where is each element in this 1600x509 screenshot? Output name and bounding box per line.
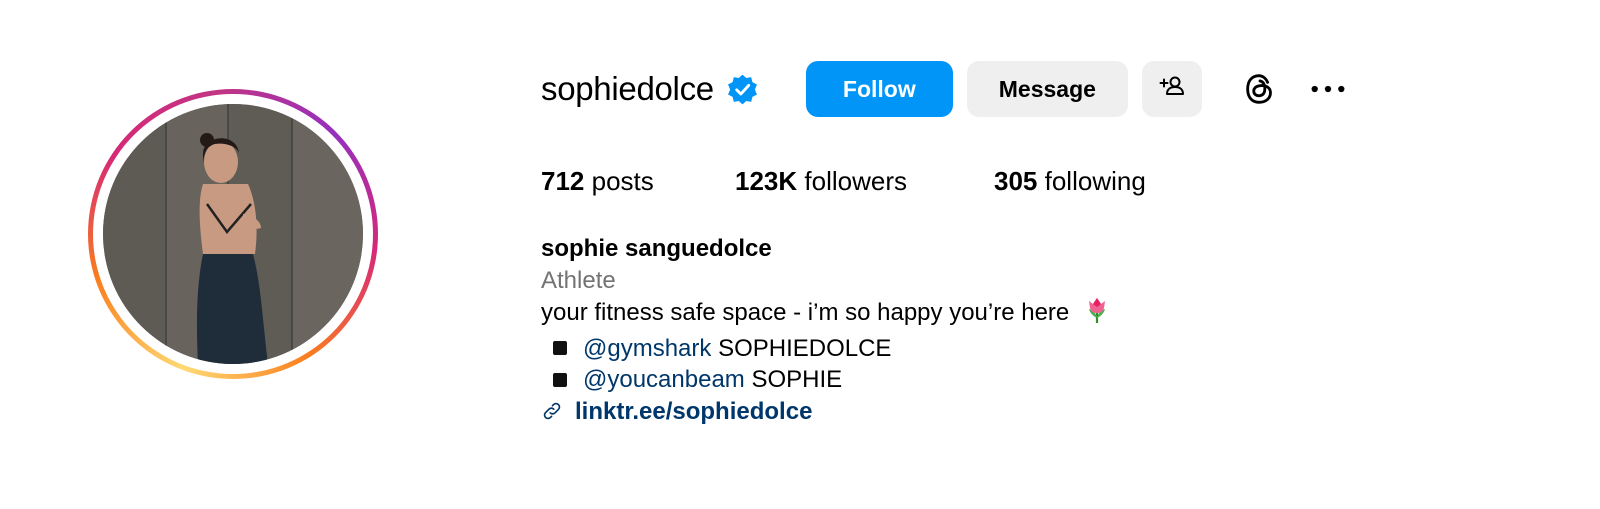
username: sophiedolce [541,70,714,107]
bio-item: @gymshark SOPHIEDOLCE [541,333,1110,365]
posts-label: posts [591,166,654,196]
followers-label: followers [804,166,907,196]
more-options-icon[interactable] [1308,69,1348,109]
avatar-image [103,104,363,364]
full-name: sophie sanguedolce [541,235,772,262]
mention-link[interactable]: @gymshark [583,333,711,365]
avatar-story-ring[interactable] [88,89,378,379]
black-square-icon [553,372,567,387]
verified-badge-icon [726,73,759,106]
following-stat[interactable]: 305 following [994,166,1146,197]
tulip-icon [1084,296,1110,333]
threads-icon[interactable] [1240,69,1280,109]
followers-stat[interactable]: 123K followers [735,166,994,197]
follow-button[interactable]: Follow [805,61,953,117]
profile-stats: 712 posts 123K followers 305 following [541,166,1146,197]
bio-text: your fitness safe space - i’m so happy y… [541,299,1070,326]
avatar[interactable] [103,104,363,364]
followers-count: 123K [735,166,798,196]
following-label: following [1044,166,1146,196]
mention-link[interactable]: @youcanbeam [583,364,745,396]
category-label: Athlete [541,266,616,294]
bio-text-line: your fitness safe space - i’m so happy y… [541,296,1110,333]
bio-link-row[interactable]: linktr.ee/sophiedolce [541,396,1110,428]
posts-stat: 712 posts [541,166,735,197]
posts-count: 712 [541,166,585,196]
link-icon [541,399,565,423]
suggest-users-button[interactable] [1141,61,1202,117]
profile-header: sophiedolce Follow Message [541,60,1348,118]
black-square-icon [553,341,567,356]
avatar-ring-gap [93,94,373,374]
bio-item: @youcanbeam SOPHIE [541,364,1110,396]
add-person-icon [1158,72,1186,106]
bio-item-text: SOPHIEDOLCE [718,334,892,362]
message-button[interactable]: Message [966,61,1128,117]
profile-bio: sophie sanguedolce Athlete your fitness … [541,233,1110,427]
following-count: 305 [994,166,1038,196]
bio-item-text: SOPHIE [751,366,843,393]
external-link[interactable]: linktr.ee/sophiedolce [575,396,812,428]
